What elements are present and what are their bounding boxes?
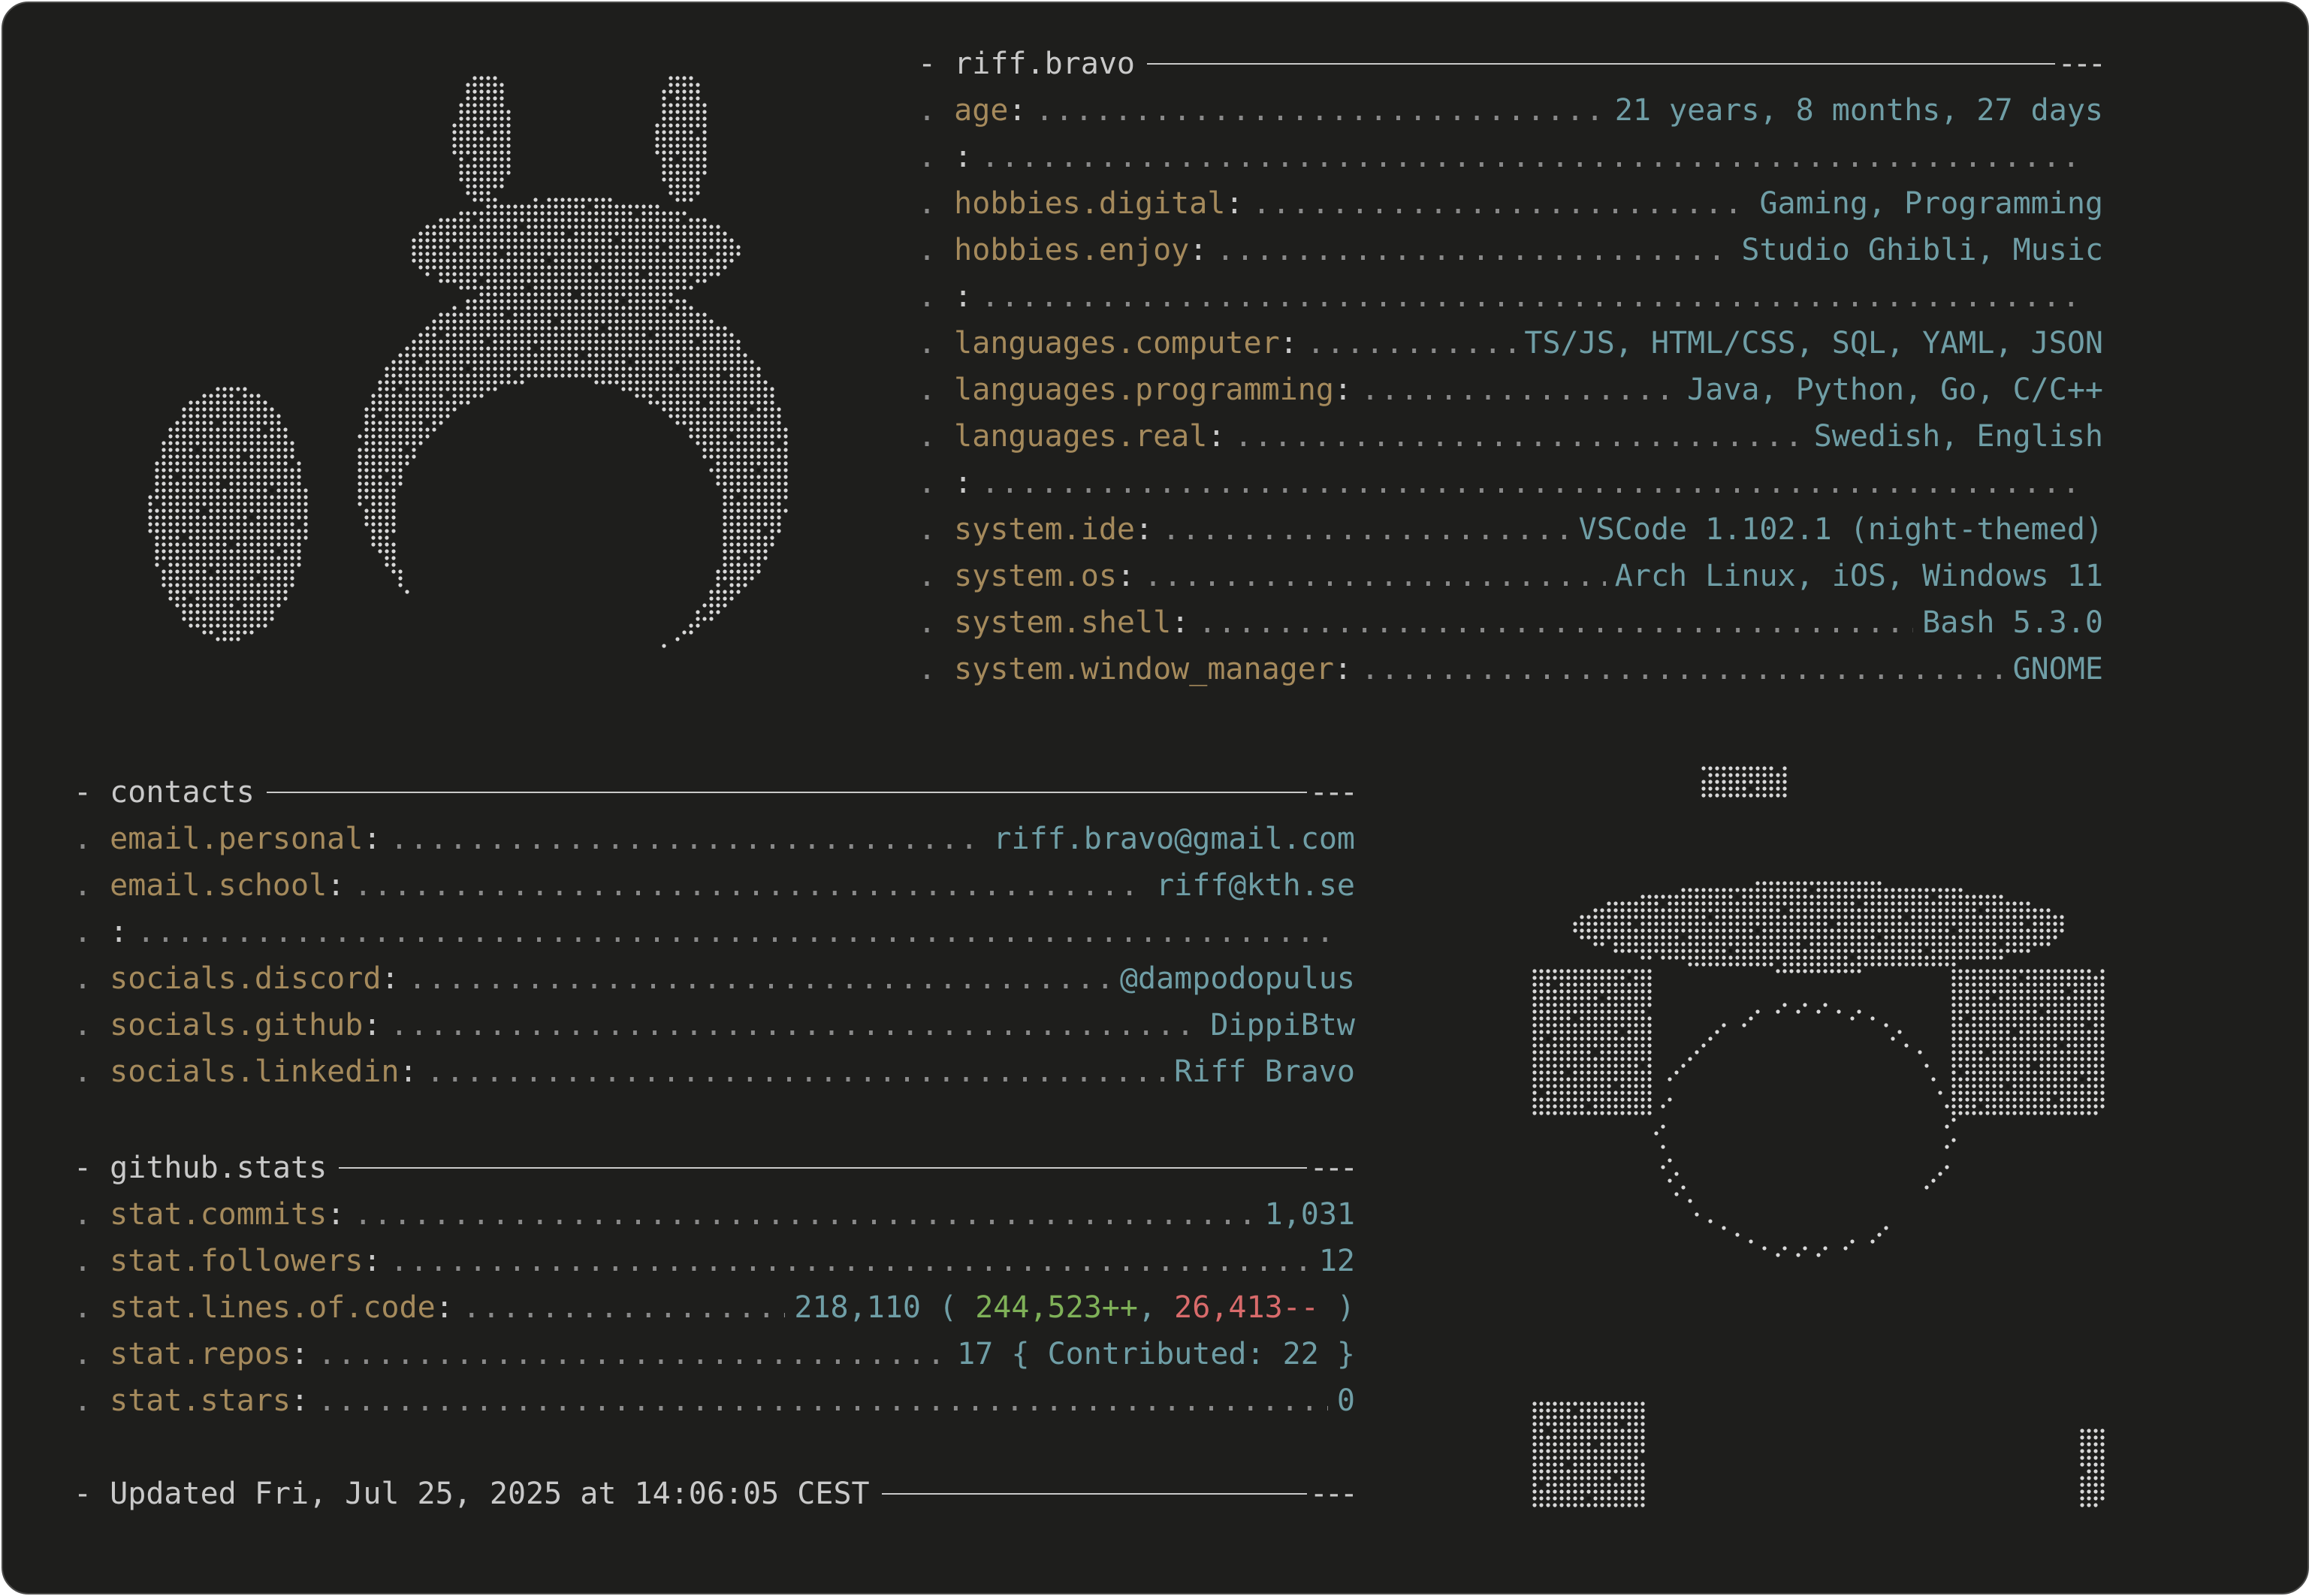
info-row-label: email.personal: [110, 822, 364, 856]
stat-followers-value: 12: [1318, 1244, 1355, 1278]
info-row-label: system.os: [954, 559, 1117, 593]
stat-loc-open: (: [939, 1290, 958, 1325]
info-row-value: riff.bravo@gmail.com: [993, 822, 1355, 856]
info-row: . email.personal:riff.bravo@gmail.com: [74, 816, 1355, 862]
info-row-value: DippiBtw: [1210, 1008, 1355, 1042]
stat-commits-label: stat.commits: [110, 1197, 327, 1232]
info-row: . socials.github:DippiBtw: [74, 1002, 1355, 1048]
header-rule: [1146, 63, 2055, 65]
profile-header: - riff.bravo ---: [918, 41, 2106, 87]
stat-repos-value: 17: [957, 1337, 994, 1371]
info-row-label: hobbies.enjoy: [954, 233, 1190, 267]
contacts-header: - contacts ---: [74, 769, 1358, 816]
info-row-value: Riff Bravo: [1174, 1054, 1355, 1089]
info-row-value: VSCode 1.102.1 (night-themed): [1578, 512, 2103, 547]
stat-loc-total: 218,110: [794, 1290, 921, 1325]
info-row-label: socials.discord: [110, 961, 382, 996]
stat-commits-value: 1,031: [1264, 1197, 1355, 1232]
info-row-label: languages.real: [954, 419, 1208, 454]
info-row-label: system.shell: [954, 605, 1172, 640]
info-row-value: Gaming, Programming: [1759, 186, 2103, 221]
info-row-value: TS/JS, HTML/CSS, SQL, YAML, JSON: [1524, 326, 2103, 361]
stat-loc-removed: 26,413--: [1174, 1290, 1319, 1325]
info-row-label: socials.github: [110, 1008, 364, 1042]
info-row-value: Swedish, English: [1813, 419, 2103, 454]
info-row: . system.window_manager:GNOME: [918, 646, 2103, 692]
info-row: . email.school:riff@kth.se: [74, 862, 1355, 909]
info-row-value: riff@kth.se: [1156, 868, 1355, 903]
info-row: . hobbies.digital:Gaming, Programming: [918, 180, 2103, 227]
info-row-label: system.window_manager: [954, 652, 1334, 686]
separator-row: . :: [918, 134, 2103, 180]
stat-stars-row: . stat.stars : 0: [74, 1377, 1355, 1424]
info-row-value: Bash 5.3.0: [1922, 605, 2103, 640]
info-row: . system.shell:Bash 5.3.0: [918, 599, 2103, 646]
stat-loc-comma: ,: [1137, 1290, 1157, 1325]
info-row: . system.ide:VSCode 1.102.1 (night-theme…: [918, 506, 2103, 553]
info-row-label: hobbies.digital: [954, 186, 1226, 221]
stat-loc-row: . stat.lines.of.code : 218,110 ( 244,523…: [74, 1284, 1355, 1331]
contacts-header-title: - contacts: [74, 775, 255, 810]
footer-rule: [881, 1493, 1307, 1495]
stat-repos-row: . stat.repos : 17 { Contributed: 22 }: [74, 1331, 1355, 1377]
separator-row: . :: [918, 460, 2103, 506]
info-row-value: @dampodopulus: [1119, 961, 1355, 996]
info-row-value: Arch Linux, iOS, Windows 11: [1614, 559, 2103, 593]
footer-updated-text: - Updated Fri, Jul 25, 2025 at 14:06:05 …: [74, 1477, 870, 1511]
header-rule: [339, 1167, 1307, 1169]
info-row-label: age: [954, 93, 1009, 128]
info-row: . languages.real:Swedish, English: [918, 413, 2103, 460]
info-row: . system.os:Arch Linux, iOS, Windows 11: [918, 553, 2103, 599]
github-stats-header: - github.stats ---: [74, 1145, 1358, 1191]
info-row-label: socials.linkedin: [110, 1054, 400, 1089]
info-row: . age:21 years, 8 months, 27 days: [918, 87, 2103, 134]
info-row: . languages.programming:Java, Python, Go…: [918, 367, 2103, 413]
info-row: . socials.discord:@dampodopulus: [74, 955, 1355, 1002]
profile-header-title: - riff.bravo: [918, 47, 1135, 81]
info-row: . hobbies.enjoy:Studio Ghibli, Music: [918, 227, 2103, 273]
separator-row: . :: [74, 909, 1355, 955]
footer-updated: - Updated Fri, Jul 25, 2025 at 14:06:05 …: [74, 1471, 1358, 1517]
stat-repos-contributed: { Contributed: 22 }: [1011, 1337, 1355, 1371]
stat-stars-label: stat.stars: [110, 1383, 291, 1418]
stat-loc-label: stat.lines.of.code: [110, 1290, 436, 1325]
terminal-card: - riff.bravo --- . age:21 years, 8 month…: [2, 2, 2309, 1594]
info-row-value: GNOME: [2012, 652, 2103, 686]
info-row: . languages.computer:TS/JS, HTML/CSS, SQ…: [918, 320, 2103, 367]
info-row-value: Studio Ghibli, Music: [1741, 233, 2103, 267]
stat-stars-value: 0: [1336, 1383, 1355, 1418]
stat-loc-close: ): [1336, 1290, 1355, 1325]
separator-row: . :: [918, 273, 2103, 320]
stat-followers-row: . stat.followers : 12: [74, 1238, 1355, 1284]
stat-commits-row: . stat.commits : 1,031: [74, 1191, 1355, 1238]
header-rule: [266, 792, 1307, 793]
info-row-value: Java, Python, Go, C/C++: [1687, 373, 2103, 407]
info-row: . socials.linkedin:Riff Bravo: [74, 1048, 1355, 1095]
stat-repos-label: stat.repos: [110, 1337, 291, 1371]
info-row-label: languages.programming: [954, 373, 1334, 407]
stat-loc-added: 244,523++: [975, 1290, 1138, 1325]
info-row-label: system.ide: [954, 512, 1135, 547]
info-row-value: 21 years, 8 months, 27 days: [1614, 93, 2103, 128]
github-stats-header-title: - github.stats: [74, 1151, 327, 1185]
stat-followers-label: stat.followers: [110, 1244, 364, 1278]
info-row-label: languages.computer: [954, 326, 1280, 361]
info-row-label: email.school: [110, 868, 327, 903]
